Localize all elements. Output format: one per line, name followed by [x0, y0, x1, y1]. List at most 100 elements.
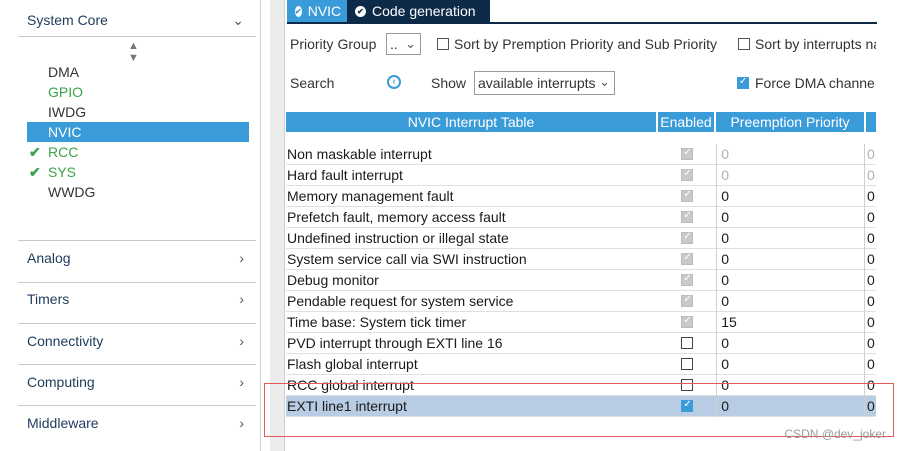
preemption-priority-cell[interactable]: 0 — [716, 185, 864, 207]
sub-priority-cell[interactable]: 0 — [864, 395, 876, 417]
table-row[interactable]: PVD interrupt through EXTI line 16 0 0 — [286, 332, 876, 354]
sidebar-item-iwdg[interactable]: IWDG — [27, 102, 249, 122]
check-circle-icon: ✔ — [355, 5, 366, 17]
watermark: CSDN @dev_joker — [784, 427, 886, 441]
sidebar-item-dma[interactable]: DMA — [27, 62, 249, 82]
force-dma-label: Force DMA channe — [755, 75, 875, 91]
enabled-checkbox[interactable] — [681, 358, 694, 370]
category-system-core[interactable]: System Core ⌄ — [0, 3, 260, 37]
category-timers[interactable]: Timers › — [0, 282, 260, 316]
category-middleware[interactable]: Middleware › — [0, 406, 260, 440]
sidebar-item-wwdg[interactable]: WWDG — [27, 182, 249, 202]
table-row[interactable]: Memory management fault 00 — [286, 185, 876, 207]
sub-priority-cell[interactable]: 0 — [864, 164, 876, 186]
preemption-priority-cell[interactable]: 0 — [716, 374, 864, 396]
show-value: available interrupts — [478, 75, 596, 91]
preemption-priority-cell[interactable]: 0 — [716, 269, 864, 291]
enabled-checkbox — [681, 147, 694, 160]
interrupt-name: Flash global interrupt — [287, 356, 418, 372]
enabled-checkbox — [681, 189, 694, 202]
tab-label: NVIC — [307, 3, 342, 19]
priority-group-select[interactable]: .. ⌄ — [386, 33, 421, 55]
enabled-cell — [658, 210, 716, 223]
enabled-cell — [658, 168, 716, 181]
table-row[interactable]: Pendable request for system service 00 — [286, 290, 876, 312]
tab-nvic[interactable]: ✔ NVIC — [287, 0, 347, 22]
table-row[interactable]: Time base: System tick timer 150 — [286, 311, 876, 333]
chevron-right-icon: › — [239, 250, 244, 266]
preemption-priority-cell[interactable]: 0 — [716, 395, 864, 417]
table-row[interactable]: RCC global interrupt 0 0 — [286, 374, 876, 396]
sub-priority-cell[interactable]: 0 — [864, 353, 876, 375]
column-header-label: NVIC Interrupt Table — [407, 114, 535, 130]
sidebar-item-label: GPIO — [48, 84, 84, 100]
enabled-checkbox — [681, 231, 694, 244]
sort-premption-checkbox[interactable] — [437, 38, 449, 50]
preemption-priority-cell[interactable]: 0 — [716, 206, 864, 228]
sub-priority-cell[interactable]: 0 — [864, 248, 876, 270]
category-connectivity[interactable]: Connectivity › — [0, 324, 260, 358]
sidebar-item-label: IWDG — [48, 104, 87, 120]
table-row[interactable]: Undefined instruction or illegal state 00 — [286, 227, 876, 249]
table-row[interactable]: Flash global interrupt 0 0 — [286, 353, 876, 375]
column-header-interrupt[interactable]: NVIC Interrupt Table — [286, 112, 658, 132]
sub-priority-cell[interactable]: 0 — [864, 311, 876, 333]
sub-priority-cell[interactable]: 0 — [864, 185, 876, 207]
table-row[interactable]: Hard fault interrupt 00 — [286, 164, 876, 186]
enabled-cell — [658, 315, 716, 328]
priority-group-label: Priority Group — [290, 36, 377, 52]
nvic-table-header: NVIC Interrupt Table Enabled Preemption … — [286, 112, 876, 132]
sort-toggle-icon[interactable]: ▲ ▼ — [128, 40, 139, 64]
divider — [18, 36, 256, 37]
sub-priority-cell[interactable]: 0 — [864, 227, 876, 249]
sort-interrupts-checkbox[interactable] — [738, 38, 750, 50]
column-header-label: Preemption Priority — [730, 114, 850, 130]
table-row[interactable]: Non maskable interrupt 00 — [286, 143, 876, 165]
column-header-sub[interactable] — [866, 112, 876, 132]
enabled-cell — [658, 337, 716, 349]
preemption-priority-cell[interactable]: 0 — [716, 143, 864, 165]
preemption-priority-cell[interactable]: 0 — [716, 332, 864, 354]
table-row[interactable]: EXTI line1 interrupt 00 — [286, 395, 876, 417]
preemption-priority-cell[interactable]: 0 — [716, 248, 864, 270]
chevron-down-icon: ⌄ — [405, 36, 416, 51]
sidebar-item-rcc[interactable]: ✔ RCC — [27, 142, 249, 162]
table-row[interactable]: Prefetch fault, memory access fault 00 — [286, 206, 876, 228]
preemption-priority-cell[interactable]: 0 — [716, 164, 864, 186]
sub-priority-cell[interactable]: 0 — [864, 143, 876, 165]
chevron-right-icon: › — [239, 374, 244, 390]
sidebar-item-nvic[interactable]: NVIC — [27, 122, 249, 142]
preemption-priority-cell[interactable]: 0 — [716, 290, 864, 312]
sub-priority-cell[interactable]: 0 — [864, 332, 876, 354]
force-dma-checkbox[interactable] — [737, 76, 749, 89]
sidebar-item-sys[interactable]: ✔ SYS — [27, 162, 249, 182]
column-header-enabled[interactable]: Enabled — [658, 112, 716, 132]
enabled-cell — [658, 273, 716, 286]
enabled-checkbox[interactable] — [681, 379, 694, 391]
sub-priority-cell[interactable]: 0 — [864, 290, 876, 312]
preemption-priority-cell[interactable]: 0 — [716, 353, 864, 375]
panel-splitter[interactable] — [270, 0, 285, 451]
sub-priority-cell[interactable]: 0 — [864, 269, 876, 291]
category-analog[interactable]: Analog › — [0, 241, 260, 275]
sub-priority-cell[interactable]: 0 — [864, 206, 876, 228]
sidebar-item-gpio[interactable]: GPIO — [27, 82, 249, 102]
preemption-priority-cell[interactable]: 0 — [716, 227, 864, 249]
table-row[interactable]: System service call via SWI instruction 0… — [286, 248, 876, 270]
sub-priority-cell[interactable]: 0 — [864, 374, 876, 396]
search-nav-icon[interactable]: ‹ — [387, 75, 401, 89]
column-header-preemption[interactable]: Preemption Priority — [716, 112, 866, 132]
tab-code-generation[interactable]: ✔ Code generation — [347, 0, 490, 22]
interrupt-name: Prefetch fault, memory access fault — [287, 209, 506, 225]
table-row[interactable]: Debug monitor 00 — [286, 269, 876, 291]
show-select[interactable]: available interrupts ⌄ — [474, 71, 615, 95]
chevron-down-icon: ⌄ — [232, 11, 244, 28]
chevron-right-icon: › — [239, 291, 244, 307]
preemption-priority-cell[interactable]: 15 — [716, 311, 864, 333]
enabled-checkbox[interactable] — [681, 337, 694, 349]
category-label: System Core — [27, 12, 108, 28]
category-sidebar: System Core ⌄ ▲ ▼ DMA GPIO IWDG NVIC ✔ RC… — [0, 0, 261, 451]
category-computing[interactable]: Computing › — [0, 365, 260, 399]
enabled-cell — [658, 379, 716, 391]
enabled-checkbox[interactable] — [681, 399, 694, 412]
